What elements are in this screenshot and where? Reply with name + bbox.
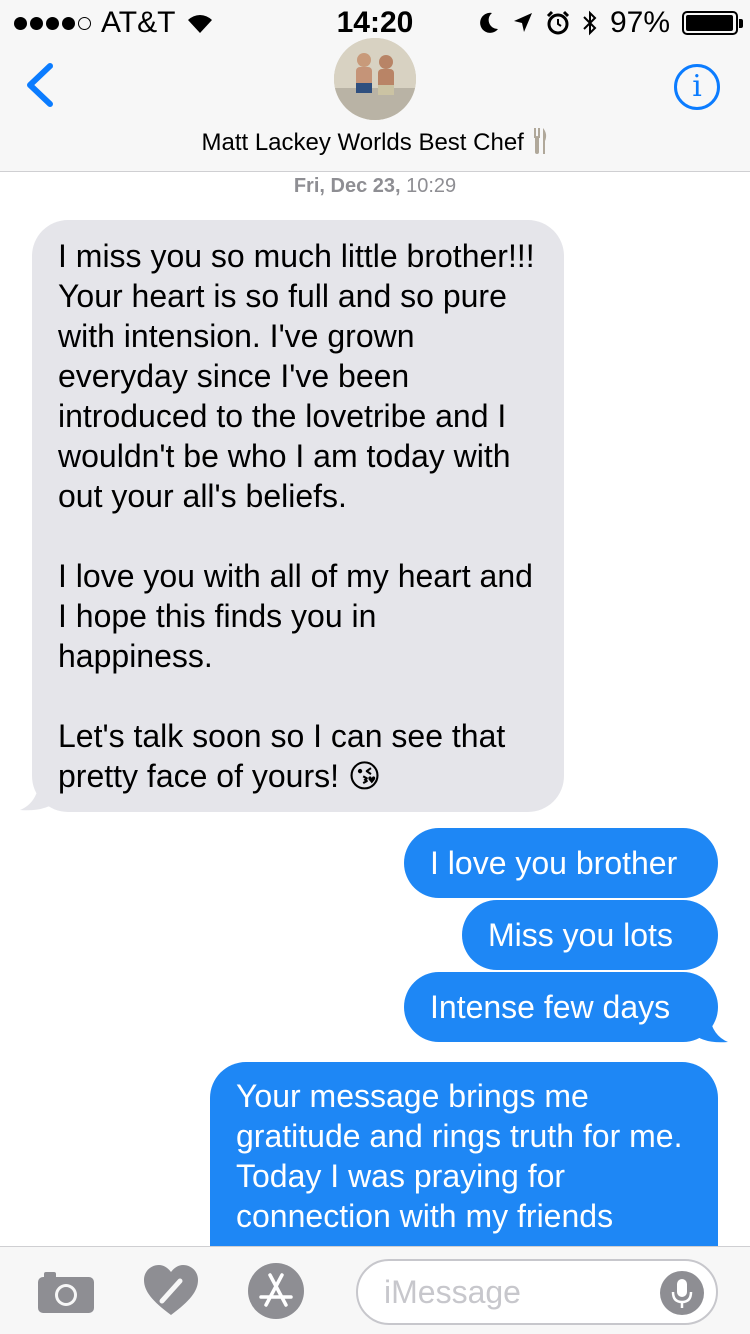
- camera-icon: [38, 1272, 94, 1313]
- incoming-message-bubble[interactable]: I miss you so much little brother!!! You…: [32, 220, 564, 812]
- avatar-photo: [334, 38, 416, 120]
- timestamp-time: 10:29: [406, 175, 457, 197]
- contact-name[interactable]: Matt Lackey Worlds Best Chef: [0, 126, 750, 157]
- imessage-placeholder: iMessage: [384, 1274, 521, 1310]
- outgoing-message-bubble[interactable]: Intense few days: [404, 972, 718, 1042]
- contact-name-text: Matt Lackey Worlds Best Chef: [201, 129, 524, 156]
- microphone-icon: [671, 1279, 693, 1308]
- heart-icon: [144, 1265, 198, 1315]
- bluetooth-icon: [583, 10, 597, 36]
- alarm-icon: [546, 10, 570, 35]
- location-icon: [513, 13, 532, 32]
- message-input-bar: iMessage: [0, 1246, 750, 1334]
- microphone-button[interactable]: [660, 1271, 704, 1315]
- outgoing-message-bubble[interactable]: Miss you lots: [462, 900, 718, 970]
- battery-percent: 97%: [609, 6, 670, 39]
- battery-icon: [682, 11, 743, 35]
- status-right: 97%: [478, 6, 743, 40]
- fork-knife-icon: [533, 128, 546, 154]
- digital-touch-button[interactable]: [142, 1263, 200, 1319]
- chevron-left-icon: [27, 63, 53, 107]
- imessage-input[interactable]: iMessage: [356, 1259, 718, 1325]
- back-button[interactable]: [20, 60, 60, 110]
- app-store-button[interactable]: [248, 1263, 304, 1319]
- message-timestamp: Fri, Dec 23, 10:29: [0, 175, 750, 198]
- battery-fill: [686, 15, 733, 31]
- do-not-disturb-icon: [480, 12, 498, 33]
- info-button[interactable]: i: [674, 64, 720, 110]
- timestamp-day: Fri, Dec 23,: [293, 175, 401, 197]
- contact-avatar[interactable]: [334, 38, 416, 120]
- info-icon: i: [692, 69, 702, 104]
- outgoing-message-bubble[interactable]: I love you brother: [404, 828, 718, 898]
- app-store-icon: [259, 1273, 293, 1307]
- camera-button[interactable]: [36, 1269, 96, 1315]
- status-bar: AT&T 14:20 97%: [0, 0, 750, 40]
